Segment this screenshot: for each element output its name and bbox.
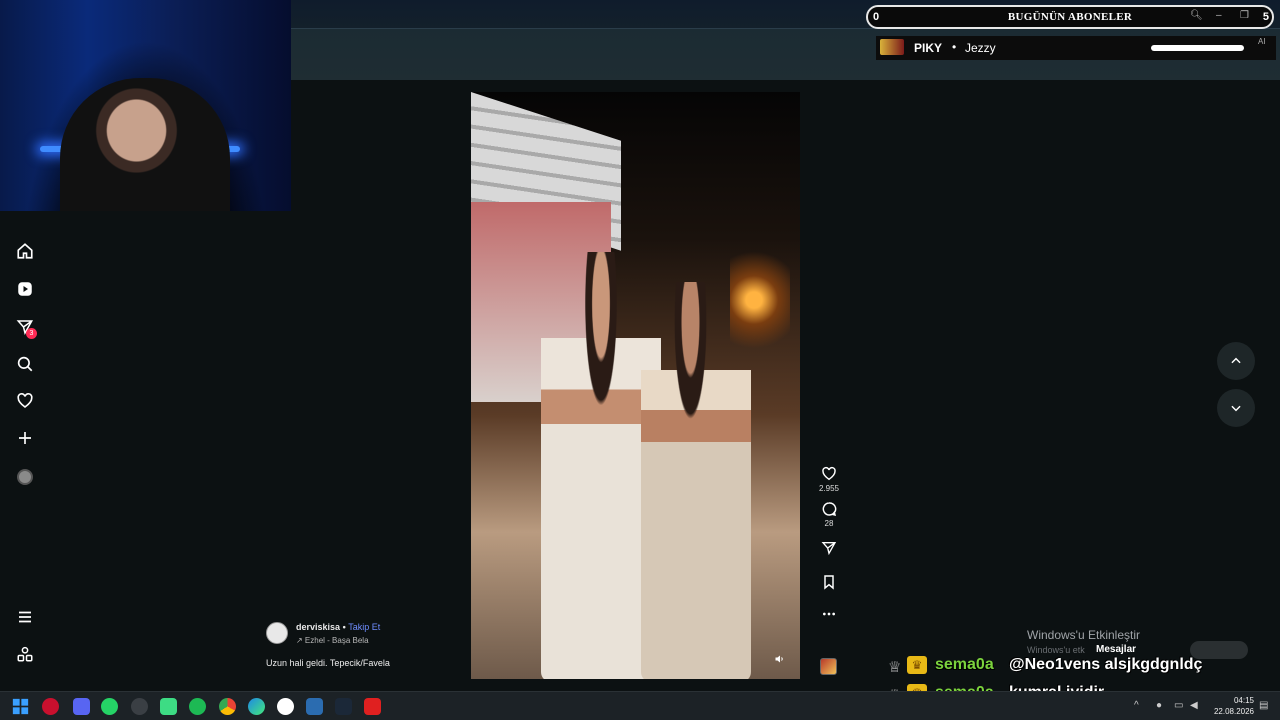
search-icon[interactable]: 🔍︎	[1190, 10, 1203, 21]
next-reel-button[interactable]	[1217, 389, 1255, 427]
channel-logo	[880, 39, 904, 55]
more-options-button[interactable]	[812, 606, 846, 622]
heart-icon	[822, 466, 836, 481]
previous-reel-button[interactable]	[1217, 342, 1255, 380]
reel-video[interactable]	[471, 92, 800, 679]
more-dots-icon	[823, 612, 835, 616]
discord-icon[interactable]	[73, 698, 90, 715]
comment-button[interactable]: 28	[812, 501, 846, 528]
chevron-up-icon	[1231, 357, 1241, 364]
clock[interactable]: 04:15 22.08.2026	[1208, 695, 1254, 717]
subscribers-widget: 0 BUGÜNÜN ABONELER 🔍︎ – ❐ 5	[866, 5, 1274, 29]
like-button[interactable]: 2.955	[812, 466, 846, 493]
chat-text: @Neo1vens alsjkgdgnldç	[1009, 656, 1203, 673]
save-button[interactable]	[812, 574, 846, 590]
latest-subscriber-name: Jezzy	[965, 41, 996, 55]
home-icon[interactable]	[12, 238, 38, 264]
author-line: derviskisa • Takip Et	[296, 622, 380, 632]
dancer-figure	[641, 282, 751, 679]
start-menu-icon[interactable]	[12, 698, 29, 715]
chat-username: sema0a	[935, 656, 994, 673]
network-icon[interactable]: ▭	[1174, 700, 1183, 711]
more-apps-icon[interactable]	[12, 641, 38, 667]
latest-subscriber-row: PIKY • Jezzy AI	[876, 36, 1276, 60]
follow-button[interactable]: Takip Et	[348, 622, 380, 632]
post-caption: Uzun hali geldi. Tepecik/Favela	[266, 658, 390, 668]
bookmark-icon	[824, 575, 834, 590]
song-link[interactable]: ↗ Ezhel - Başa Bela	[296, 636, 369, 645]
window-app-icon[interactable]	[306, 698, 323, 715]
comment-count: 28	[824, 519, 834, 528]
volume-icon[interactable]	[774, 653, 786, 665]
subscribers-title: BUGÜNÜN ABONELER	[1007, 11, 1133, 23]
share-button[interactable]	[812, 540, 846, 556]
latest-dot: •	[952, 40, 957, 54]
clock-date: 22.08.2026	[1213, 707, 1254, 716]
chrome-icon[interactable]	[219, 698, 236, 715]
author-avatar[interactable]	[266, 622, 288, 644]
menu-icon[interactable]	[12, 604, 38, 630]
streamer-figure	[60, 78, 230, 211]
edge-icon[interactable]	[248, 698, 265, 715]
latest-badge: PIKY	[914, 41, 943, 55]
like-count: 2.955	[818, 484, 840, 493]
clock-time: 04:15	[1233, 696, 1254, 705]
activation-watermark: Windows'u Etkinleştir	[1027, 628, 1140, 642]
search-icon[interactable]	[12, 351, 38, 377]
author-separator: •	[342, 622, 346, 632]
share-icon	[821, 542, 837, 556]
crown-outline-icon: ♕	[888, 659, 902, 676]
profile-avatar[interactable]	[12, 464, 38, 490]
author-name[interactable]: derviskisa	[296, 622, 340, 632]
restore-icon[interactable]: ❐	[1240, 10, 1249, 21]
chevron-up-icon[interactable]: ^	[1134, 700, 1139, 711]
webcam-overlay	[0, 0, 291, 211]
activation-subtext: Windows'u etk	[1027, 645, 1085, 655]
left-sidebar: 3	[0, 230, 50, 690]
subscriber-goal: 5	[1262, 11, 1269, 23]
crown-badge-icon: ♛	[907, 656, 927, 674]
notification-badge: 3	[26, 328, 37, 339]
windows-taskbar: ^ ● ▭ ◀ 04:15 22.08.2026 ▤	[0, 691, 1280, 720]
avatar	[17, 469, 33, 485]
opera-gx-icon[interactable]	[42, 698, 59, 715]
whatsapp-icon[interactable]	[101, 698, 118, 715]
volume-icon[interactable]: ◀	[1190, 700, 1198, 711]
microphone-icon[interactable]: ●	[1156, 700, 1162, 711]
chat-message: ♕ ♛ sema0a @Neo1vens alsjkgdgnldç	[888, 656, 1268, 676]
obs-icon[interactable]	[131, 698, 148, 715]
ai-label: AI	[1258, 37, 1266, 46]
yandex-icon[interactable]	[277, 698, 294, 715]
direct-message-icon[interactable]: 3	[12, 314, 38, 340]
messages-label[interactable]: Mesajlar	[1096, 644, 1136, 655]
audio-thumbnail[interactable]	[820, 658, 837, 675]
heart-icon[interactable]	[12, 388, 38, 414]
subscriber-progress-bar	[1151, 45, 1244, 51]
steam-icon[interactable]	[335, 698, 352, 715]
chevron-down-icon	[1231, 405, 1241, 412]
reels-icon[interactable]	[12, 276, 38, 302]
spotify-icon[interactable]	[189, 698, 206, 715]
minimize-icon[interactable]: –	[1216, 10, 1222, 21]
notification-center-icon[interactable]: ▤	[1259, 700, 1268, 711]
post-actions: 2.955 28	[812, 466, 846, 622]
youtube-icon[interactable]	[364, 698, 381, 715]
comment-icon	[822, 502, 837, 517]
create-plus-icon[interactable]	[12, 425, 38, 451]
app-icon[interactable]	[160, 698, 177, 715]
